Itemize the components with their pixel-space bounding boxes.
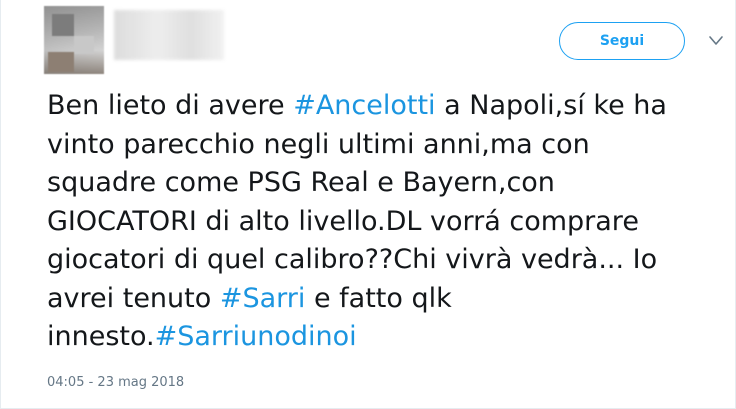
- hashtag-link[interactable]: #Sarriunodinoi: [155, 321, 357, 352]
- tweet-line: avrei tenuto #Sarri e fatto qlk: [47, 280, 727, 319]
- avatar[interactable]: [44, 6, 104, 74]
- tweet-line: giocatori di quel calibro??Chi vivrà ved…: [47, 244, 658, 275]
- text-segment: innesto.: [47, 321, 155, 352]
- text-segment: Ben lieto di avere: [47, 90, 294, 121]
- tweet-line: vinto parecchio negli ultimi anni,ma con: [47, 128, 590, 160]
- tweet-text: Ben lieto di avere #Ancelotti a Napoli,s…: [47, 87, 727, 357]
- tweet-card: Segui Ben lieto di avere #Ancelotti a Na…: [0, 0, 736, 409]
- tweet-line: Ben lieto di avere #Ancelotti a Napoli,s…: [47, 87, 727, 126]
- blurred-user-name[interactable]: [114, 10, 224, 60]
- tweet-timestamp[interactable]: 04:05 - 23 mag 2018: [47, 375, 184, 390]
- text-segment: a Napoli,sí ke ha: [435, 90, 667, 121]
- text-segment: e fatto qlk: [305, 282, 452, 314]
- follow-button[interactable]: Segui: [559, 22, 685, 60]
- tweet-line: squadre come PSG Real e Bayern,con: [47, 167, 555, 198]
- chevron-down-icon[interactable]: [708, 33, 724, 47]
- tweet-line: GIOCATORI di alto livello.DL vorrá compr…: [47, 205, 639, 237]
- tweet-line: innesto.#Sarriunodinoi: [47, 318, 727, 357]
- hashtag-link[interactable]: #Ancelotti: [293, 90, 435, 121]
- text-segment: avrei tenuto: [47, 282, 220, 314]
- hashtag-link[interactable]: #Sarri: [220, 283, 306, 314]
